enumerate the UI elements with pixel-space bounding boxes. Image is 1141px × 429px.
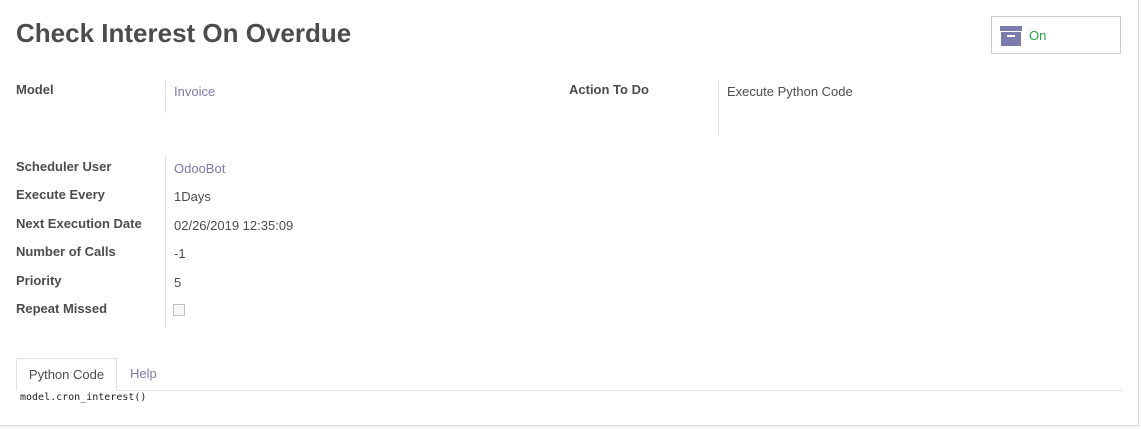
- next-execution-date-value[interactable]: 02/26/2019 12:35:09: [174, 218, 293, 233]
- next-execution-date-label: Next Execution Date: [16, 216, 142, 231]
- execute-every-value[interactable]: 1Days: [174, 189, 211, 204]
- priority-label: Priority: [16, 273, 62, 288]
- priority-value[interactable]: 5: [174, 275, 181, 290]
- repeat-missed-checkbox[interactable]: [173, 304, 185, 316]
- scheduler-user-label: Scheduler User: [16, 159, 112, 174]
- tab-help[interactable]: Help: [130, 358, 157, 391]
- model-label: Model: [16, 82, 54, 97]
- number-of-calls-label: Number of Calls: [16, 244, 116, 259]
- archive-icon: [1000, 26, 1022, 46]
- model-value-link[interactable]: Invoice: [174, 84, 215, 99]
- number-of-calls-value[interactable]: -1: [174, 246, 186, 261]
- active-toggle-button[interactable]: On: [991, 16, 1121, 54]
- python-code-editor[interactable]: model.cron_interest(): [20, 392, 146, 403]
- repeat-missed-label: Repeat Missed: [16, 301, 108, 316]
- action-to-do-label: Action To Do: [569, 82, 649, 97]
- field-divider: [718, 80, 719, 136]
- form-sheet: Check Interest On Overdue On Model Invoi…: [0, 0, 1139, 426]
- active-toggle-label: On: [1029, 28, 1047, 43]
- field-divider: [165, 80, 166, 113]
- field-divider: [165, 156, 166, 328]
- action-to-do-value[interactable]: Execute Python Code: [727, 84, 853, 99]
- scheduler-user-value-link[interactable]: OdooBot: [174, 161, 225, 176]
- execute-every-label: Execute Every: [16, 187, 105, 202]
- tabs-divider: [16, 390, 1122, 391]
- page-title: Check Interest On Overdue: [16, 18, 352, 48]
- tab-python-code[interactable]: Python Code: [16, 358, 117, 391]
